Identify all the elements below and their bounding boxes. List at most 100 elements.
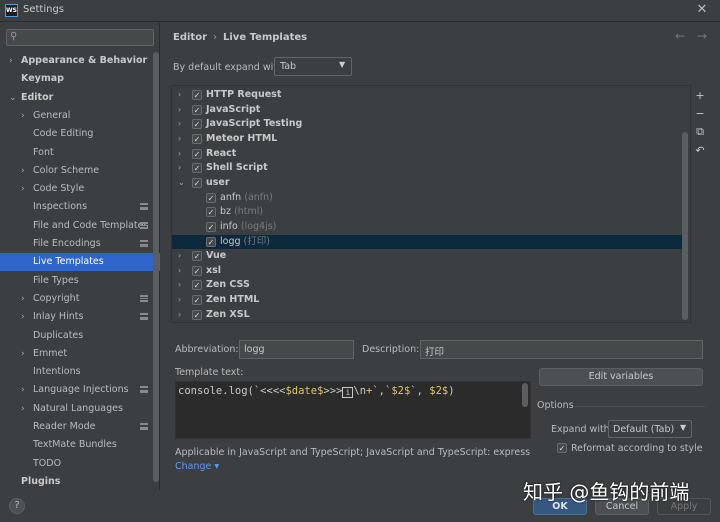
back-arrow-icon[interactable]: ← — [675, 29, 685, 43]
template-row[interactable]: ✓ anfn (anfn) — [172, 191, 684, 206]
template-group-row[interactable]: › ✓ xsl — [172, 264, 684, 279]
chevron-right-icon[interactable]: › — [178, 264, 181, 279]
sidebar-item[interactable]: Reader Mode — [0, 418, 160, 436]
reformat-checkbox[interactable]: ✓ — [557, 443, 567, 453]
chevron-right-icon[interactable]: › — [178, 308, 181, 323]
copy-icon[interactable]: ⧉ — [691, 124, 709, 140]
sidebar-item[interactable]: Plugins — [0, 473, 160, 491]
chevron-right-icon[interactable]: › — [178, 147, 181, 162]
template-checkbox[interactable]: ✓ — [192, 251, 202, 262]
template-checkbox[interactable]: ✓ — [192, 163, 202, 174]
restore-icon[interactable]: ↶ — [691, 143, 709, 159]
template-checkbox[interactable]: ✓ — [192, 295, 202, 306]
editor-scrollbar[interactable] — [522, 383, 528, 407]
sidebar-item[interactable]: File Encodings — [0, 235, 160, 253]
remove-icon[interactable]: − — [691, 106, 709, 122]
help-button[interactable]: ? — [9, 498, 25, 514]
template-checkbox[interactable]: ✓ — [192, 119, 202, 130]
template-checkbox[interactable]: ✓ — [206, 221, 216, 232]
sidebar-item[interactable]: ⌄ Editor — [0, 89, 160, 107]
sidebar-item[interactable]: › Inlay Hints — [0, 308, 160, 326]
template-checkbox[interactable]: ✓ — [206, 236, 216, 247]
template-group-row[interactable]: › ✓ Vue — [172, 249, 684, 264]
sidebar-item[interactable]: Keymap — [0, 70, 160, 88]
chevron-right-icon[interactable]: › — [21, 107, 25, 125]
expand-with-select[interactable]: Default (Tab) ▼ — [608, 420, 692, 438]
sidebar-item[interactable]: File and Code Templates — [0, 217, 160, 235]
template-checkbox[interactable]: ✓ — [192, 309, 202, 320]
sidebar-item[interactable]: › Appearance & Behavior — [0, 52, 160, 70]
edit-variables-button[interactable]: Edit variables — [539, 368, 703, 386]
template-group-row[interactable]: › ✓ React — [172, 147, 684, 162]
sidebar-scrollbar[interactable] — [153, 52, 159, 482]
template-row[interactable]: ✓ info (log4js) — [172, 220, 684, 235]
sidebar-item[interactable]: Live Templates — [0, 253, 160, 272]
template-checkbox[interactable]: ✓ — [206, 192, 216, 203]
chevron-right-icon[interactable]: › — [21, 345, 25, 363]
default-expand-select[interactable]: Tab ▼ — [274, 57, 352, 76]
template-group-row[interactable]: › ✓ JavaScript Testing — [172, 117, 684, 132]
close-icon[interactable]: ✕ — [694, 2, 710, 18]
template-group-row[interactable]: › ✓ Zen CSS — [172, 278, 684, 293]
sidebar-item[interactable]: › Emmet — [0, 345, 160, 363]
sidebar-item[interactable]: TextMate Bundles — [0, 436, 160, 454]
template-row[interactable]: ✓ bz (html) — [172, 205, 684, 220]
templates-scrollbar[interactable] — [682, 132, 688, 320]
chevron-right-icon[interactable]: › — [9, 52, 13, 70]
forward-arrow-icon[interactable]: → — [697, 29, 707, 43]
chevron-right-icon[interactable]: › — [178, 161, 181, 176]
sidebar-item[interactable]: Inspections — [0, 198, 160, 216]
template-checkbox[interactable]: ✓ — [206, 207, 216, 218]
template-text-editor[interactable]: console.log(`<<<<$date$>>> i \n+`,`$2$`, $… — [175, 381, 531, 439]
sidebar-item[interactable]: File Types — [0, 272, 160, 290]
template-group-row[interactable]: › ✓ HTTP Request — [172, 88, 684, 103]
chevron-right-icon[interactable]: › — [178, 88, 181, 103]
sidebar-item[interactable]: › Natural Languages — [0, 400, 160, 418]
chevron-right-icon[interactable]: › — [178, 278, 181, 293]
sidebar-item[interactable]: › Code Style — [0, 180, 160, 198]
sidebar-item[interactable]: Code Editing — [0, 125, 160, 143]
chevron-right-icon[interactable]: › — [21, 290, 25, 308]
sidebar-item[interactable]: › Language Injections — [0, 381, 160, 399]
chevron-right-icon[interactable]: › — [178, 293, 181, 308]
sidebar-item[interactable]: Font — [0, 144, 160, 162]
template-checkbox[interactable]: ✓ — [192, 133, 202, 144]
chevron-right-icon[interactable]: › — [21, 162, 25, 180]
settings-search-input[interactable]: ⚲ — [6, 29, 154, 46]
chevron-right-icon[interactable]: › — [178, 117, 181, 132]
sidebar-item[interactable]: Duplicates — [0, 327, 160, 345]
chevron-right-icon[interactable]: › — [21, 180, 25, 198]
reformat-label[interactable]: Reformat according to style — [571, 443, 703, 454]
template-group-row[interactable]: › ✓ JavaScript — [172, 103, 684, 118]
chevron-down-icon[interactable]: ⌄ — [178, 176, 185, 191]
abbreviation-input[interactable]: logg — [239, 340, 354, 359]
change-contexts-link[interactable]: Change ▾ — [175, 461, 219, 472]
template-checkbox[interactable]: ✓ — [192, 148, 202, 159]
sidebar-item[interactable]: Intentions — [0, 363, 160, 381]
chevron-right-icon[interactable]: › — [21, 400, 25, 418]
template-group-row[interactable]: › ✓ Zen XSL — [172, 308, 684, 323]
breadcrumb-parent[interactable]: Editor — [173, 32, 207, 43]
template-checkbox[interactable]: ✓ — [192, 280, 202, 291]
description-input[interactable]: 打印 — [420, 340, 703, 359]
template-group-row[interactable]: › ✓ Shell Script — [172, 161, 684, 176]
template-group-row[interactable]: › ✓ Zen HTML — [172, 293, 684, 308]
sidebar-item[interactable]: TODO — [0, 455, 160, 473]
chevron-right-icon[interactable]: › — [178, 103, 181, 118]
chevron-right-icon[interactable]: › — [21, 308, 25, 326]
template-checkbox[interactable]: ✓ — [192, 90, 202, 100]
sidebar-item[interactable]: › Color Scheme — [0, 162, 160, 180]
chevron-right-icon[interactable]: › — [178, 249, 181, 264]
template-checkbox[interactable]: ✓ — [192, 265, 202, 276]
chevron-right-icon[interactable]: › — [178, 132, 181, 147]
chevron-right-icon[interactable]: › — [21, 381, 25, 399]
sidebar-item[interactable]: › General — [0, 107, 160, 125]
add-icon[interactable]: + — [691, 88, 709, 104]
template-checkbox[interactable]: ✓ — [192, 104, 202, 115]
template-checkbox[interactable]: ✓ — [192, 177, 202, 188]
template-group-row[interactable]: ⌄ ✓ user — [172, 176, 684, 191]
sidebar-item[interactable]: › Copyright — [0, 290, 160, 308]
template-row[interactable]: ✓ logg (打印) — [172, 234, 684, 250]
template-group-row[interactable]: › ✓ Meteor HTML — [172, 132, 684, 147]
chevron-down-icon[interactable]: ⌄ — [9, 89, 17, 107]
